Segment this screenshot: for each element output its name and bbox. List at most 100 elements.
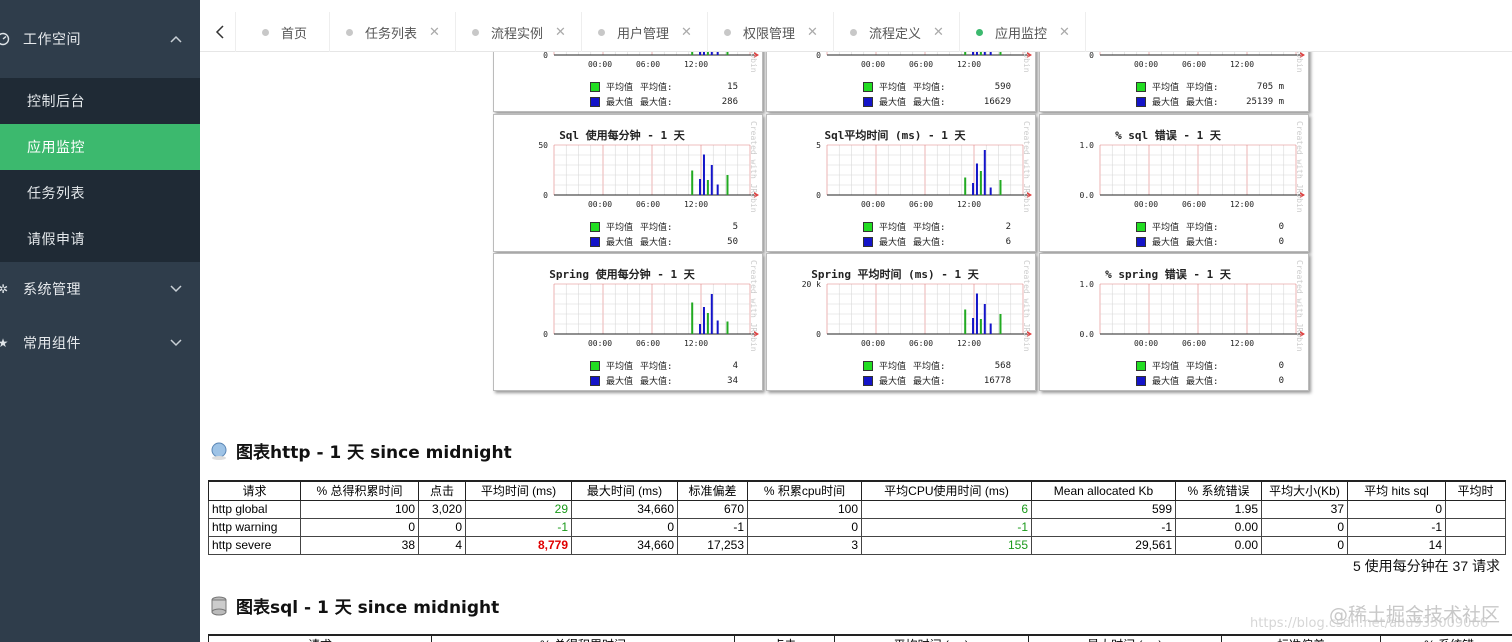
column-header[interactable]: 点击 [733,634,836,642]
graph-watermark: Created with JRobin [749,121,758,213]
close-icon[interactable]: ✕ [429,25,440,40]
tab-label: 用户管理 [617,26,670,42]
traffic-spike [716,320,719,334]
traffic-spike [999,180,1002,195]
legend-row: 平均值 平均值: 4 [590,358,738,373]
legend-label: 最大值 [879,238,907,248]
tab-process-definition[interactable]: 流程定义 ✕ [834,12,960,52]
column-header[interactable]: % 总得积累时间 [300,480,419,501]
column-header[interactable]: 请求 [208,480,301,501]
main-content: 000:0006:0012:00Created with JRobin平均值平均… [200,52,1512,642]
close-icon[interactable]: ✕ [555,25,566,40]
column-header[interactable]: 请求 [207,634,433,642]
monitor-graph[interactable]: % sql 错误 - 1 天 0.0 1.0 00:00 06:00 12:00 Creat… [1039,114,1309,252]
database-icon [210,596,228,616]
request-link[interactable]: http severe [208,535,301,555]
column-header[interactable]: 平均 hits sql [1347,480,1446,501]
legend-key: 最大值: [640,98,673,108]
legend-swatch [1136,221,1146,232]
close-icon[interactable]: ✕ [933,25,944,40]
legend-row: 平均值 平均值: 0 [1136,358,1284,373]
legend-swatch [590,375,600,386]
menu-group-workspace[interactable]: 工作空间 [0,0,200,78]
column-header[interactable]: 最大时间 (ms) [1027,634,1223,642]
tab-dot [346,28,353,36]
legend-swatch [863,236,873,247]
x-tick-label: 12:00 [684,339,708,348]
x-tick-label: 06:00 [1182,200,1206,209]
sidebar-item-app-monitor[interactable]: 应用监控 [0,124,200,170]
monitor-graph[interactable]: 0 00:00 06:00 12:00 Created with JRobin 平均值平均… [766,52,1036,112]
traffic-spike [972,52,975,55]
traffic-spike [989,323,992,334]
column-header[interactable]: 标准偏差 [1221,634,1382,642]
traffic-spike [710,165,713,195]
x-tick-label: 06:00 [909,60,933,69]
column-header[interactable]: 点击 [418,480,466,501]
legend-label: 最大值 [606,377,634,387]
tab-scroll-left-icon[interactable] [204,12,236,52]
table-cell [1445,499,1506,519]
request-link[interactable]: http warning [208,517,301,537]
monitor-graph[interactable]: % spring 错误 - 1 天 0.0 1.0 00:00 06:00 12:00 Cr… [1039,253,1309,391]
traffic-spike [706,313,709,334]
column-header[interactable]: 平均时间 (ms) [465,480,572,501]
traffic-spike [726,175,729,195]
close-icon[interactable]: ✕ [807,25,818,40]
column-header[interactable]: % 总得积累时间 [431,634,735,642]
tab-task-list[interactable]: 任务列表 ✕ [330,12,456,52]
graph-watermark: Created with JRobin [1295,52,1304,73]
x-tick-label: 12:00 [957,200,981,209]
legend-swatch [1136,81,1146,92]
star-icon: ★ [0,336,9,350]
column-header[interactable]: Mean allocated Kb [1031,480,1176,501]
traffic-spike [975,293,978,334]
tab-home[interactable]: 首页 [244,12,330,52]
menu-group-system[interactable]: ✲ 系统管理 [0,262,200,316]
sidebar-item-console[interactable]: 控制后台 [0,78,200,124]
monitor-graph[interactable]: Sql平均时间 (ms) - 1 天 0 5 00:00 06:00 12:00 Creat… [766,114,1036,252]
graph-legend: 平均值 平均值: 15 最大值 最大值: 286 [590,79,738,109]
legend-row: 平均值 平均值: 2 [863,219,1011,234]
monitor-graph[interactable]: 0 00:00 06:00 12:00 Created with JRobin 平均值平均… [1039,52,1309,112]
sidebar-item-task-list[interactable]: 任务列表 [0,170,200,216]
legend-row: 平均值 平均值: 0 [1136,219,1284,234]
column-header[interactable]: % 积累cpu时间 [747,480,862,501]
sidebar-item-leave-request[interactable]: 请假申请 [0,216,200,262]
column-header[interactable]: 平均CPU使用时间 (ms) [861,480,1032,501]
traffic-spike [972,318,975,334]
globe-icon [210,441,228,461]
y-axis-min-label: 0 [543,52,548,60]
close-icon[interactable]: ✕ [681,25,692,40]
menu-group-components-label: 常用组件 [23,336,81,352]
column-header[interactable]: % 系统错误 [1175,480,1262,501]
column-header[interactable]: 标准偏差 [677,480,748,501]
column-header[interactable]: % 系统错 [1380,634,1512,642]
tab-process-instance[interactable]: 流程实例 ✕ [456,12,582,52]
x-tick-label: 06:00 [636,60,660,69]
app-root: 工作空间 控制后台 应用监控 任务列表 请假申请 ✲ 系统管理 ★ 常用组件 首… [0,0,1512,642]
column-header[interactable]: 平均大小(Kb) [1261,480,1348,501]
table-cell: 100 [747,499,862,519]
column-header[interactable]: 最大时间 (ms) [571,480,678,501]
submenu-workspace: 控制后台 应用监控 任务列表 请假申请 [0,78,200,262]
monitor-graph[interactable]: Spring 使用每分钟 - 1 天 0 00:00 06:00 12:00 Create… [493,253,763,391]
column-header[interactable]: 平均时 [1445,480,1506,501]
legend-label: 平均值 [1152,83,1180,93]
menu-group-components[interactable]: ★ 常用组件 [0,316,200,370]
monitor-graph[interactable]: 0 00:00 06:00 12:00 Created with JRobin 平均值平均… [493,52,763,112]
chevron-down-icon [170,336,182,350]
traffic-spike [691,52,694,55]
tab-app-monitor[interactable]: 应用监控 ✕ [960,12,1086,52]
tab-user-management[interactable]: 用户管理 ✕ [582,12,708,52]
table-cell: 34,660 [571,499,678,519]
monitor-graph[interactable]: Spring 平均时间 (ms) - 1 天 0 20 k 00:00 06:00 12:… [766,253,1036,391]
monitor-graph[interactable]: Sql 使用每分钟 - 1 天 0 50 00:00 06:00 12:00 Created… [493,114,763,252]
table-cell: 0 [571,517,678,537]
legend-key: 平均值: [913,362,946,372]
table-cell: 155 [861,535,1032,555]
close-icon[interactable]: ✕ [1059,25,1070,40]
tab-permission-management[interactable]: 权限管理 ✕ [708,12,834,52]
request-link[interactable]: http global [208,499,301,519]
column-header[interactable]: 平均时间 (ms) [834,634,1029,642]
